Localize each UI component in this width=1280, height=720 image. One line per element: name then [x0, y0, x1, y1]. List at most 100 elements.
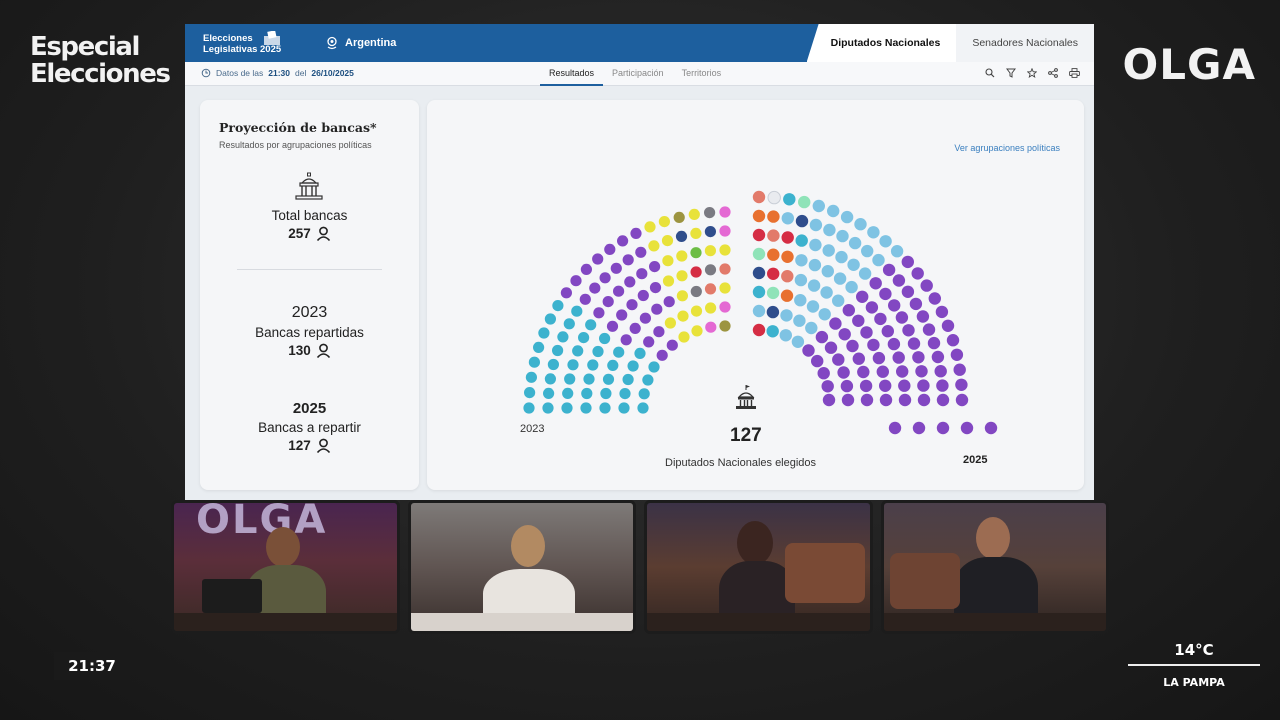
seat-dot[interactable]	[752, 247, 766, 261]
seat-dot[interactable]	[580, 263, 592, 275]
seat-dot[interactable]	[821, 265, 834, 278]
seat-dot[interactable]	[917, 379, 930, 392]
seat-dot[interactable]	[780, 289, 794, 302]
tab-senadores[interactable]: Senadores Nacionales	[956, 24, 1094, 62]
seat-dot[interactable]	[879, 235, 892, 248]
share-icon[interactable]	[1047, 67, 1059, 79]
seat-dot[interactable]	[822, 244, 835, 257]
seat-dot[interactable]	[639, 312, 651, 324]
seat-dot[interactable]	[922, 323, 936, 336]
seat-dot[interactable]	[767, 248, 780, 261]
seat-dot[interactable]	[599, 402, 611, 414]
seat-dot[interactable]	[953, 363, 966, 376]
seat-dot[interactable]	[809, 238, 822, 252]
seat-dot[interactable]	[916, 310, 930, 323]
seat-dot[interactable]	[523, 402, 535, 414]
seat-dot[interactable]	[638, 388, 650, 400]
seat-dot[interactable]	[829, 317, 842, 330]
seat-dot[interactable]	[662, 275, 675, 287]
seat-dot[interactable]	[585, 319, 597, 331]
seat-dot[interactable]	[544, 373, 556, 385]
seat-dot[interactable]	[622, 254, 634, 266]
seat-dot[interactable]	[705, 321, 717, 333]
seat-dot[interactable]	[719, 244, 731, 256]
seat-dot[interactable]	[892, 274, 906, 287]
seat-dot[interactable]	[580, 402, 592, 414]
seat-dot[interactable]	[935, 305, 949, 319]
seat-dot[interactable]	[624, 276, 636, 288]
seat-dot[interactable]	[704, 245, 716, 257]
seat-dot[interactable]	[637, 402, 649, 414]
seat-dot[interactable]	[690, 305, 703, 317]
seat-dot[interactable]	[557, 331, 569, 343]
seat-dot[interactable]	[673, 211, 685, 223]
seat-dot[interactable]	[704, 264, 717, 276]
seat-dot[interactable]	[704, 226, 716, 238]
seat-dot[interactable]	[767, 229, 780, 242]
seat-dot[interactable]	[901, 285, 915, 298]
seat-dot[interactable]	[984, 421, 998, 435]
seat-dot[interactable]	[676, 290, 688, 302]
seat-dot[interactable]	[618, 402, 630, 414]
seat-dot[interactable]	[752, 209, 766, 223]
refresh-icon[interactable]	[201, 68, 211, 78]
seat-dot[interactable]	[936, 379, 949, 392]
seat-dot[interactable]	[533, 341, 545, 353]
seat-dot[interactable]	[653, 326, 665, 338]
seat-dot[interactable]	[936, 421, 950, 435]
seat-dot[interactable]	[705, 302, 717, 314]
seat-dot[interactable]	[626, 299, 638, 311]
seat-dot[interactable]	[928, 292, 941, 305]
seat-dot[interactable]	[946, 334, 960, 347]
seat-dot[interactable]	[719, 282, 731, 294]
seat-dot[interactable]	[835, 250, 848, 264]
country-selector[interactable]: Argentina	[325, 36, 396, 50]
seat-dot[interactable]	[627, 360, 639, 372]
seat-dot[interactable]	[960, 421, 974, 435]
seat-dot[interactable]	[781, 212, 794, 225]
seat-dot[interactable]	[859, 379, 873, 393]
seat-dot[interactable]	[909, 297, 923, 311]
seat-dot[interactable]	[807, 279, 821, 292]
seat-dot[interactable]	[607, 359, 619, 371]
seat-dot[interactable]	[794, 273, 808, 287]
tab-territorios[interactable]: Territorios	[673, 62, 731, 86]
seat-dot[interactable]	[560, 287, 572, 299]
seat-dot[interactable]	[793, 314, 806, 327]
seat-dot[interactable]	[676, 250, 688, 262]
seat-dot[interactable]	[552, 300, 564, 312]
app-title[interactable]: Elecciones Legislativas 2025	[203, 31, 281, 55]
seat-dot[interactable]	[911, 267, 924, 280]
seat-dot[interactable]	[820, 286, 833, 299]
seat-dot[interactable]	[589, 282, 601, 294]
seat-dot[interactable]	[571, 305, 583, 317]
seat-dot[interactable]	[848, 236, 862, 250]
seat-dot[interactable]	[663, 296, 675, 308]
seat-dot[interactable]	[600, 387, 612, 400]
seat-dot[interactable]	[752, 228, 766, 242]
seat-dot[interactable]	[656, 349, 668, 361]
star-icon[interactable]	[1026, 67, 1038, 79]
seat-dot[interactable]	[678, 331, 690, 343]
seat-dot[interactable]	[872, 351, 886, 365]
seat-dot[interactable]	[690, 266, 702, 278]
seat-dot[interactable]	[691, 325, 703, 337]
seat-dot[interactable]	[827, 204, 840, 218]
seat-dot[interactable]	[599, 332, 611, 345]
seat-dot[interactable]	[898, 393, 912, 407]
seat-dot[interactable]	[781, 270, 794, 283]
seat-dot[interactable]	[798, 195, 811, 209]
seat-dot[interactable]	[822, 393, 836, 407]
seat-dot[interactable]	[644, 221, 656, 233]
seat-dot[interactable]	[587, 359, 599, 371]
seat-dot[interactable]	[955, 378, 968, 391]
seat-dot[interactable]	[824, 341, 838, 354]
seat-dot[interactable]	[666, 339, 678, 351]
seat-dot[interactable]	[563, 318, 575, 330]
seat-dot[interactable]	[578, 332, 590, 344]
seat-dot[interactable]	[781, 250, 794, 263]
tab-diputados[interactable]: Diputados Nacionales	[806, 24, 957, 62]
seat-dot[interactable]	[719, 206, 731, 218]
seat-dot[interactable]	[837, 366, 850, 379]
seat-dot[interactable]	[552, 344, 564, 357]
